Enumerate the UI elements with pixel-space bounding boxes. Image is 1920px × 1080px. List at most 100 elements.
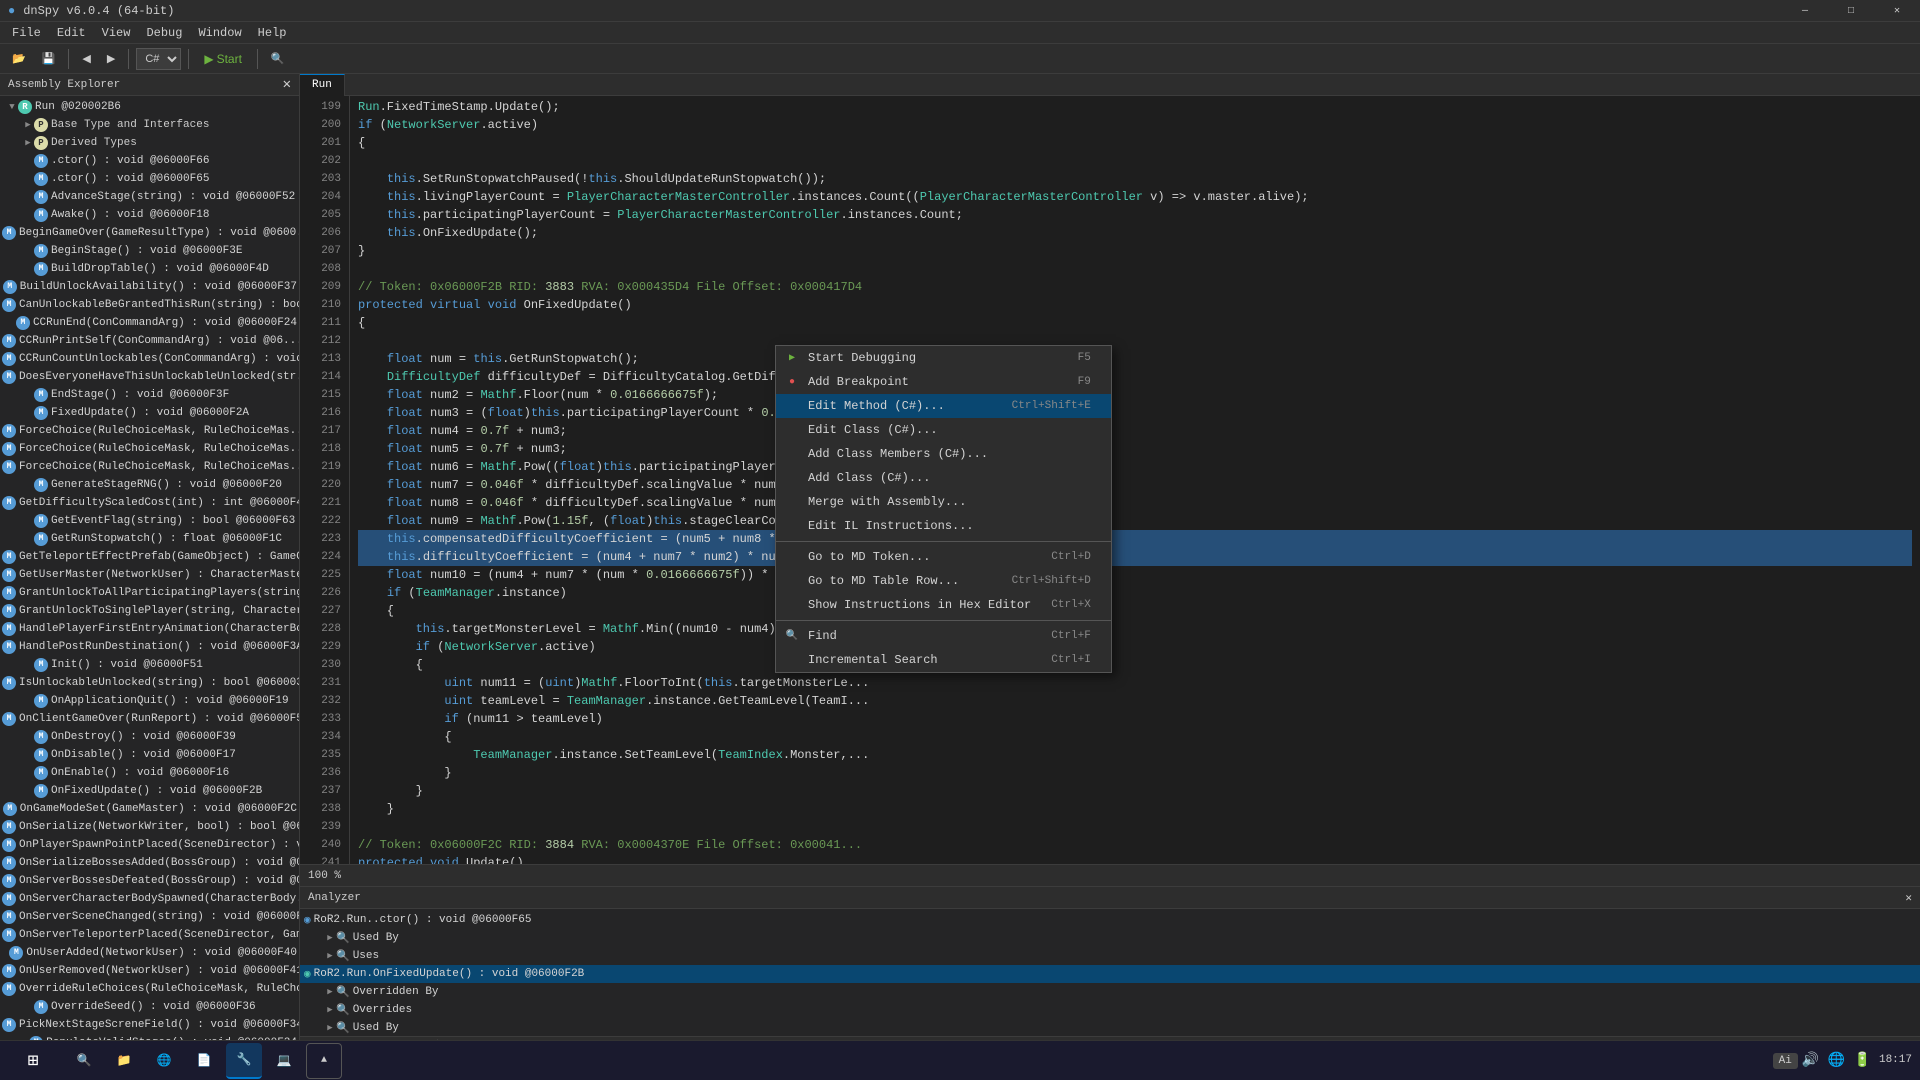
context-menu-item-add-class-c[interactable]: Add Class (C#)... — [776, 466, 1111, 490]
context-menu-item-incremental-search[interactable]: Incremental SearchCtrl+I — [776, 648, 1111, 672]
tree-method-item[interactable]: MGrantUnlockToAllParticipatingPlayers(st… — [0, 584, 299, 602]
tree-method-item[interactable]: MBeginStage() : void @06000F3E — [0, 242, 299, 260]
analyzer-item[interactable]: ◉RoR2.Run..ctor() : void @06000F65 — [300, 911, 1920, 929]
menu-help[interactable]: Help — [250, 24, 295, 42]
tree-method-item[interactable]: MHandlePostRunDestination() : void @0600… — [0, 638, 299, 656]
tree-method-item[interactable]: MGrantUnlockToSinglePlayer(string, Chara… — [0, 602, 299, 620]
start-button[interactable]: ▶ Start — [196, 50, 250, 68]
tree-method-item[interactable]: MIsUnlockableUnlocked(string) : bool @06… — [0, 674, 299, 692]
save-button[interactable]: 💾 — [36, 50, 62, 67]
analyzer-item[interactable]: ▶🔍Uses — [300, 947, 1920, 965]
taskbar-vscode-icon[interactable]: 💻 — [266, 1043, 302, 1079]
tree-method-item[interactable]: MGetTeleportEffectPrefab(GameObject) : G… — [0, 548, 299, 566]
analyzer-item[interactable]: ▶🔍Overridden By — [300, 983, 1920, 1001]
tree-method-item[interactable]: MCCRunCountUnlockables(ConCommandArg) : … — [0, 350, 299, 368]
tree-method-item[interactable]: MOnGameModeSet(GameMaster) : void @06000… — [0, 800, 299, 818]
tree-method-item[interactable]: MEndStage() : void @06000F3F — [0, 386, 299, 404]
tree-method-item[interactable]: MOnServerSceneChanged(string) : void @06… — [0, 908, 299, 926]
tree-method-item[interactable]: MOverrideSeed() : void @06000F36 — [0, 998, 299, 1016]
nav-back-button[interactable]: ◀ — [76, 50, 96, 67]
assembly-tree[interactable]: ▼RRun @020002B6▶PBase Type and Interface… — [0, 96, 299, 1058]
tree-method-item[interactable]: MOverrideRuleChoices(RuleChoiceMask, Rul… — [0, 980, 299, 998]
taskbar-explorer-icon[interactable]: 📁 — [106, 1043, 142, 1079]
tree-method-item[interactable]: MAdvanceStage(string) : void @06000F52 — [0, 188, 299, 206]
menu-window[interactable]: Window — [190, 24, 249, 42]
analyzer-item[interactable]: ▶🔍Used By — [300, 1019, 1920, 1036]
tree-method-item[interactable]: MForceChoice(RuleChoiceMask, RuleChoiceM… — [0, 458, 299, 476]
tree-method-item[interactable]: MBuildDropTable() : void @06000F4D — [0, 260, 299, 278]
context-menu-item-add-class-members-c[interactable]: Add Class Members (C#)... — [776, 442, 1111, 466]
tree-method-item[interactable]: MAwake() : void @06000F18 — [0, 206, 299, 224]
tree-method-item[interactable]: MForceChoice(RuleChoiceMask, RuleChoiceM… — [0, 440, 299, 458]
start-menu-button[interactable]: ⊞ — [8, 1043, 58, 1079]
editor-tab-run[interactable]: Run — [300, 74, 345, 96]
ai-label[interactable]: Ai — [1773, 1053, 1798, 1069]
tree-method-item[interactable]: MOnClientGameOver(RunReport) : void @060… — [0, 710, 299, 728]
tree-method-item[interactable]: MOnUserRemoved(NetworkUser) : void @0600… — [0, 962, 299, 980]
maximize-button[interactable]: □ — [1828, 0, 1874, 22]
taskbar-browser-icon[interactable]: 🌐 — [146, 1043, 182, 1079]
menu-debug[interactable]: Debug — [138, 24, 190, 42]
tree-method-item[interactable]: MCCRunEnd(ConCommandArg) : void @06000F2… — [0, 314, 299, 332]
analyzer-close[interactable]: ✕ — [1905, 891, 1912, 905]
context-menu-item-merge-with-assembly[interactable]: Merge with Assembly... — [776, 490, 1111, 514]
menu-view[interactable]: View — [94, 24, 139, 42]
tree-method-item[interactable]: MOnUserAdded(NetworkUser) : void @06000F… — [0, 944, 299, 962]
tree-method-item[interactable]: MOnSerializeBossesAdded(BossGroup) : voi… — [0, 854, 299, 872]
tree-item-run[interactable]: ▼RRun @020002B6 — [0, 98, 299, 116]
tree-method-item[interactable]: MOnServerTeleporterPlaced(SceneDirector,… — [0, 926, 299, 944]
taskbar-more-icon[interactable]: ▲ — [306, 1043, 342, 1079]
analyzer-item[interactable]: ▶🔍Used By — [300, 929, 1920, 947]
tree-item-base-type-and-interfaces[interactable]: ▶PBase Type and Interfaces — [0, 116, 299, 134]
tree-method-item[interactable]: MGetDifficultyScaledCost(int) : int @060… — [0, 494, 299, 512]
tree-method-item[interactable]: MGetEventFlag(string) : bool @06000F63 — [0, 512, 299, 530]
tree-method-item[interactable]: MOnDisable() : void @06000F17 — [0, 746, 299, 764]
tree-method-item[interactable]: MOnDestroy() : void @06000F39 — [0, 728, 299, 746]
menu-file[interactable]: File — [4, 24, 49, 42]
tree-method-item[interactable]: MOnSerialize(NetworkWriter, bool) : bool… — [0, 818, 299, 836]
context-menu-item-go-to-md-token[interactable]: Go to MD Token...Ctrl+D — [776, 545, 1111, 569]
analyzer-item[interactable]: ▶🔍Overrides — [300, 1001, 1920, 1019]
tree-method-item[interactable]: MFixedUpdate() : void @06000F2A — [0, 404, 299, 422]
analyzer-content[interactable]: ◉RoR2.Run..ctor() : void @06000F65▶🔍Used… — [300, 909, 1920, 1036]
tree-method-item[interactable]: MBuildUnlockAvailability() : void @06000… — [0, 278, 299, 296]
language-select[interactable]: C# IL — [136, 48, 181, 70]
tree-method-item[interactable]: MDoesEveryoneHaveThisUnlockableUnlocked(… — [0, 368, 299, 386]
context-menu-item-find[interactable]: 🔍FindCtrl+F — [776, 624, 1111, 648]
tree-method-item[interactable]: MCanUnlockableBeGrantedThisRun(string) :… — [0, 296, 299, 314]
tree-method-item[interactable]: MBeginGameOver(GameResultType) : void @0… — [0, 224, 299, 242]
taskbar-search-icon[interactable]: 🔍 — [66, 1043, 102, 1079]
context-menu-item-edit-method-c[interactable]: Edit Method (C#)...Ctrl+Shift+E — [776, 394, 1111, 418]
taskbar-notes-icon[interactable]: 📄 — [186, 1043, 222, 1079]
nav-forward-button[interactable]: ▶ — [101, 50, 121, 67]
tree-method-item[interactable]: MCCRunPrintSelf(ConCommandArg) : void @0… — [0, 332, 299, 350]
tree-method-item[interactable]: M.ctor() : void @06000F65 — [0, 170, 299, 188]
analyzer-item[interactable]: ◉RoR2.Run.OnFixedUpdate() : void @06000F… — [300, 965, 1920, 983]
tree-method-item[interactable]: MOnApplicationQuit() : void @06000F19 — [0, 692, 299, 710]
context-menu-item-go-to-md-table-row[interactable]: Go to MD Table Row...Ctrl+Shift+D — [776, 569, 1111, 593]
tree-method-item[interactable]: MInit() : void @06000F51 — [0, 656, 299, 674]
tree-method-item[interactable]: MGetRunStopwatch() : float @06000F1C — [0, 530, 299, 548]
tree-method-item[interactable]: MPickNextStageScreneField() : void @0600… — [0, 1016, 299, 1034]
tree-item-derived-types[interactable]: ▶PDerived Types — [0, 134, 299, 152]
tree-method-item[interactable]: MOnEnable() : void @06000F16 — [0, 764, 299, 782]
tree-method-item[interactable]: MOnPlayerSpawnPointPlaced(SceneDirector)… — [0, 836, 299, 854]
context-menu-item-start-debugging[interactable]: ▶Start DebuggingF5 — [776, 346, 1111, 370]
menu-edit[interactable]: Edit — [49, 24, 94, 42]
tree-method-item[interactable]: MOnServerBossesDefeated(BossGroup) : voi… — [0, 872, 299, 890]
taskbar-dnspy-icon[interactable]: 🔧 — [226, 1043, 262, 1079]
minimize-button[interactable]: — — [1782, 0, 1828, 22]
open-button[interactable]: 📂 — [6, 50, 32, 67]
context-menu-item-show-instructions-in-hex-editor[interactable]: Show Instructions in Hex EditorCtrl+X — [776, 593, 1111, 617]
tree-method-item[interactable]: M.ctor() : void @06000F66 — [0, 152, 299, 170]
search-toolbar-button[interactable]: 🔍 — [265, 50, 291, 67]
system-clock[interactable]: 18:17 — [1879, 1053, 1912, 1067]
tree-method-item[interactable]: MOnFixedUpdate() : void @06000F2B — [0, 782, 299, 800]
tree-method-item[interactable]: MGetUserMaster(NetworkUser) : CharacterM… — [0, 566, 299, 584]
tree-method-item[interactable]: MForceChoice(RuleChoiceMask, RuleChoiceM… — [0, 422, 299, 440]
close-button[interactable]: ✕ — [1874, 0, 1920, 22]
tree-method-item[interactable]: MGenerateStageRNG() : void @06000F20 — [0, 476, 299, 494]
tree-method-item[interactable]: MHandlePlayerFirstEntryAnimation(Charact… — [0, 620, 299, 638]
tree-method-item[interactable]: MOnServerCharacterBodySpawned(CharacterB… — [0, 890, 299, 908]
code-content[interactable]: Run.FixedTimeStamp.Update();if (NetworkS… — [350, 96, 1920, 864]
